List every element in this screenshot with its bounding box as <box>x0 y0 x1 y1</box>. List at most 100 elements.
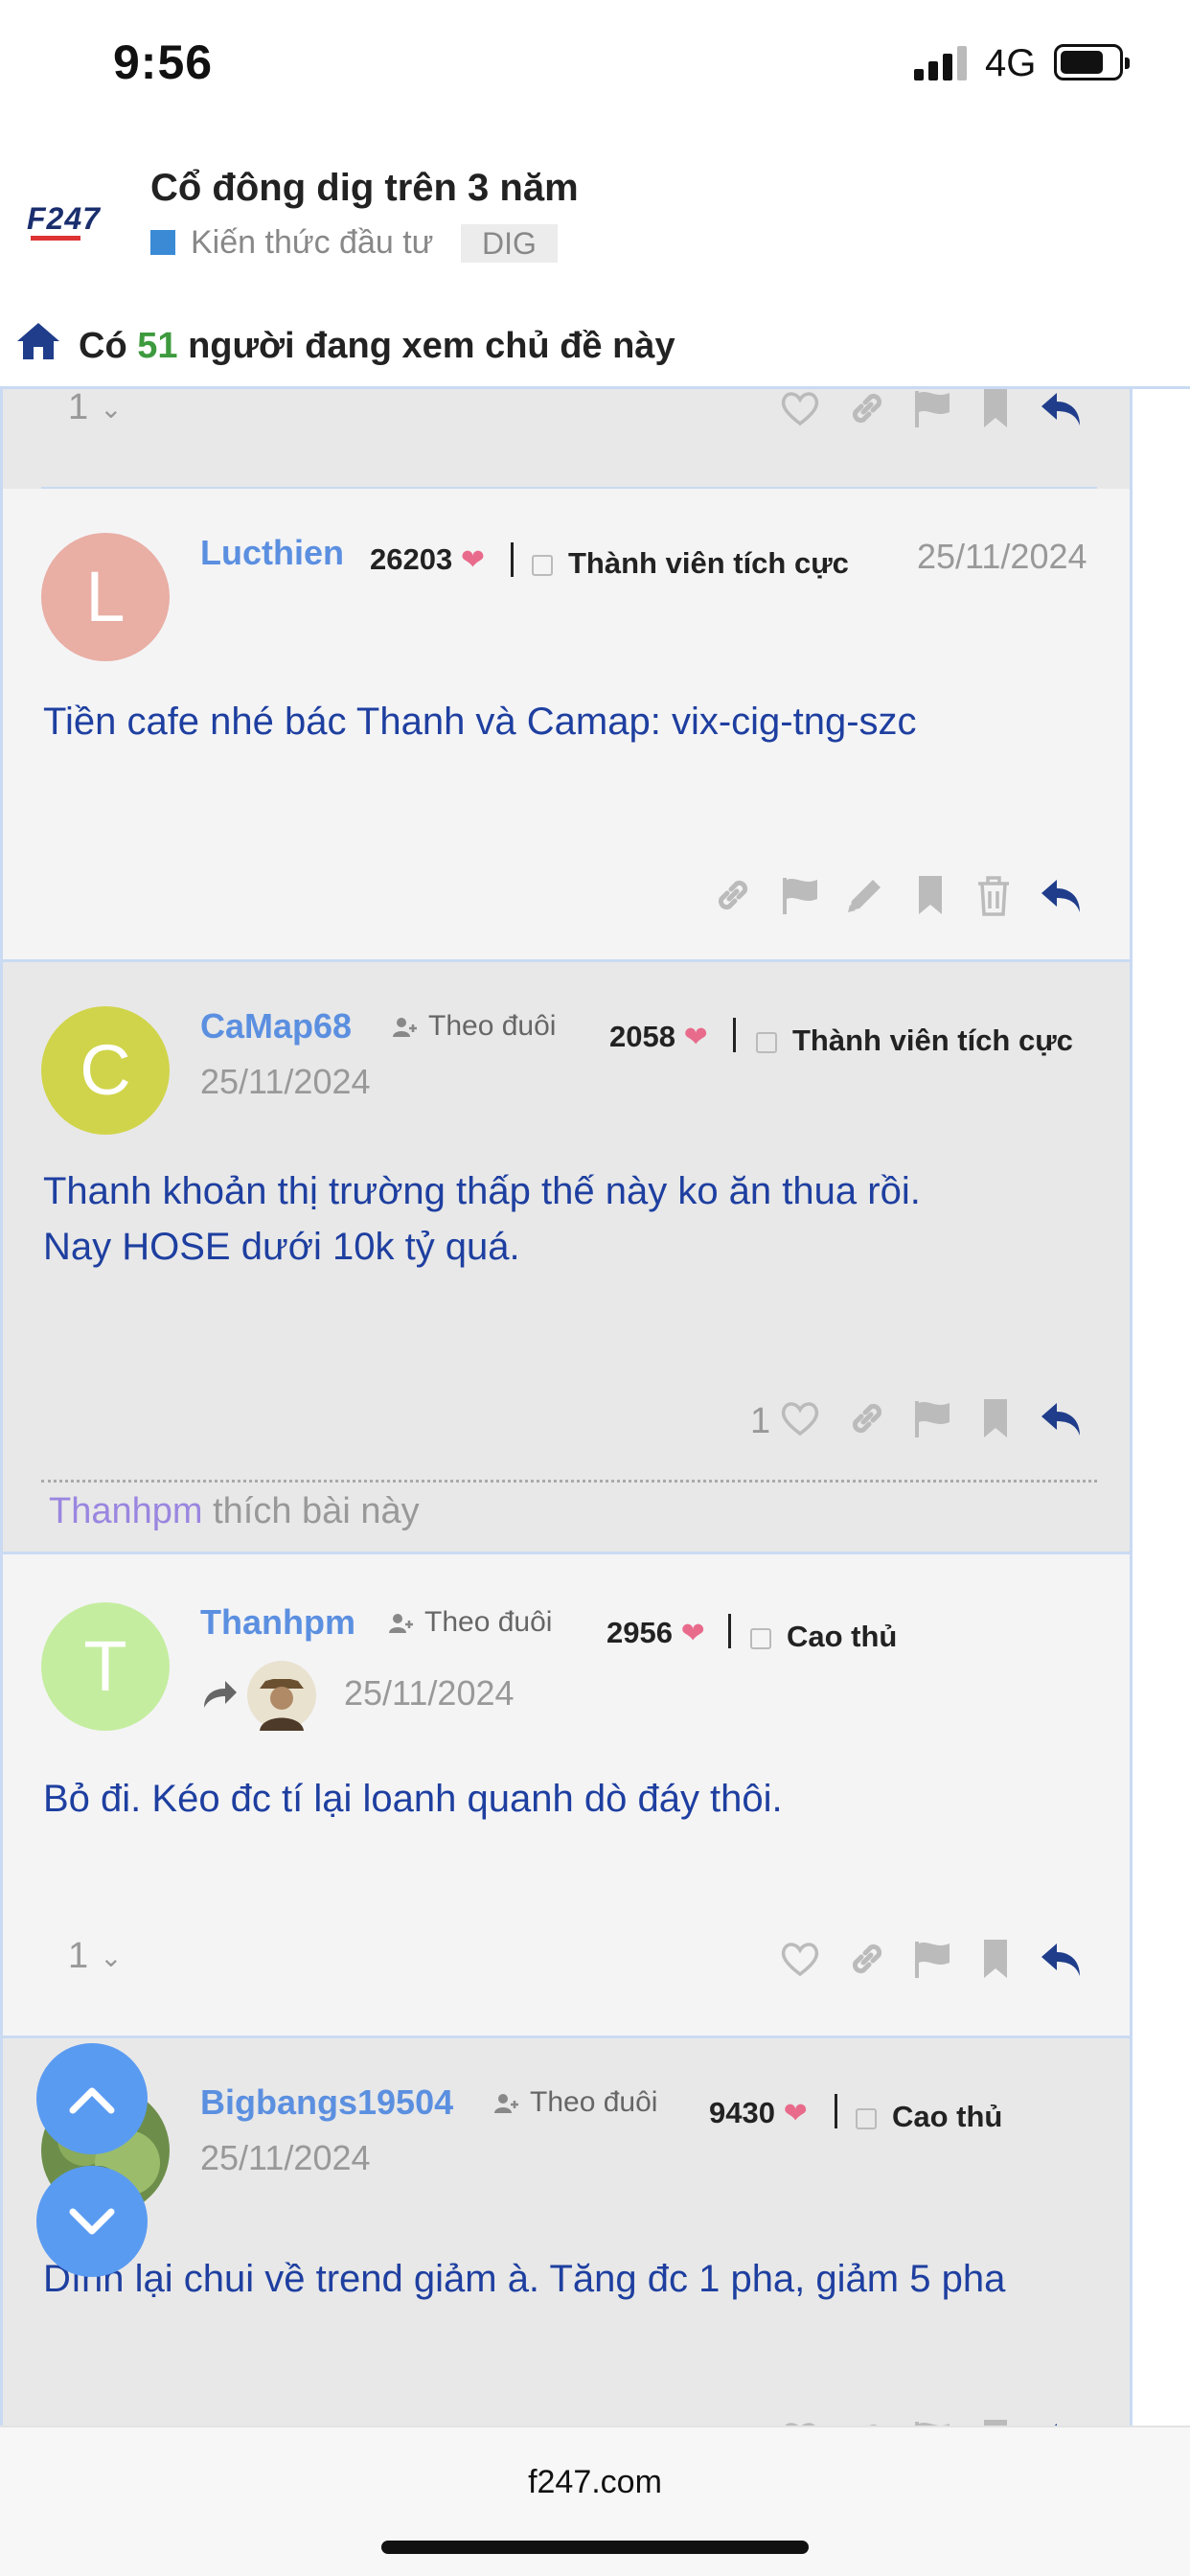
battery-icon <box>1054 44 1130 80</box>
scroll-down-button[interactable] <box>36 2166 148 2277</box>
user-score: 9430 ❤ <box>709 2096 808 2129</box>
site-logo[interactable]: F247 <box>27 201 119 243</box>
username[interactable]: Bigbangs19504 <box>200 2082 453 2123</box>
post: T Thanhpm Theo đuôi 2956 ❤ Cao thủ 25/11… <box>3 1554 1130 2038</box>
post-date[interactable]: 25/11/2024 <box>200 1062 371 1102</box>
rank-icon <box>856 2107 877 2129</box>
post-date[interactable]: 25/11/2024 <box>200 2138 371 2178</box>
like-count[interactable]: 1 <box>750 1401 770 1442</box>
bookmark-icon[interactable] <box>973 389 1018 435</box>
chevron-up-icon <box>69 2087 115 2114</box>
like-button[interactable] <box>777 1395 823 1445</box>
like-count-toggle[interactable]: 1 ⌄ <box>68 389 123 428</box>
user-rank: Thành viên tích cực <box>532 546 849 581</box>
post-content: Tiền cafe nhé bác Thanh và Camap: vix-ci… <box>43 701 917 743</box>
flag-icon[interactable] <box>909 1395 955 1445</box>
post: L Lucthien 26203 ❤ Thành viên tích cực 2… <box>3 489 1130 962</box>
bookmark-icon[interactable] <box>973 2416 1018 2426</box>
flag-icon[interactable] <box>909 389 955 435</box>
username[interactable]: CaMap68 <box>200 1006 352 1046</box>
topic-title[interactable]: Cổ đông dig trên 3 năm <box>150 167 579 210</box>
link-icon[interactable] <box>844 1936 890 1986</box>
reply-to-arrow-icon <box>204 1681 237 1708</box>
delete-icon[interactable] <box>971 872 1017 922</box>
flag-icon[interactable] <box>777 872 823 922</box>
reply-icon[interactable] <box>1038 872 1084 922</box>
heart-icon: ❤ <box>783 2098 808 2129</box>
post-actions <box>777 2416 1093 2426</box>
previous-post-actions: 1 ⌄ <box>3 389 1130 489</box>
user-score: 26203 ❤ <box>370 542 485 576</box>
heart-icon: ❤ <box>680 1618 705 1649</box>
like-button[interactable] <box>777 389 823 435</box>
liked-by-user[interactable]: Thanhpm <box>49 1491 203 1531</box>
follow-icon <box>389 1614 413 1634</box>
edit-icon[interactable] <box>842 872 888 922</box>
post-date[interactable]: 25/11/2024 <box>344 1673 515 1714</box>
reply-icon[interactable] <box>1038 1936 1084 1986</box>
rank-icon <box>756 1031 777 1053</box>
like-button[interactable] <box>777 2416 823 2426</box>
scroll-up-button[interactable] <box>36 2043 148 2154</box>
link-icon[interactable] <box>844 1395 890 1445</box>
like-button[interactable] <box>777 1936 823 1986</box>
bookmark-icon[interactable] <box>907 872 953 922</box>
signal-icon <box>914 46 972 80</box>
heart-icon: ❤ <box>683 1022 708 1053</box>
user-score: 2058 ❤ <box>609 1020 708 1053</box>
link-icon[interactable] <box>710 872 756 922</box>
status-bar: 9:56 4G <box>0 0 1190 134</box>
follow-button[interactable]: Theo đuôi <box>392 1010 556 1043</box>
follow-icon <box>494 2094 518 2114</box>
flag-icon[interactable] <box>909 2416 955 2426</box>
post-content: Dính lại chui về trend giảm à. Tăng đc 1… <box>43 2258 1006 2300</box>
avatar[interactable]: C <box>41 1006 170 1135</box>
post-actions <box>777 1936 1093 1990</box>
scroll-gutter <box>1133 389 1190 2426</box>
avatar[interactable]: T <box>41 1602 170 1731</box>
separator <box>733 1018 736 1052</box>
username[interactable]: Thanhpm <box>200 1602 355 1643</box>
link-icon[interactable] <box>844 2416 890 2426</box>
username[interactable]: Lucthien <box>200 533 344 573</box>
rank-icon <box>532 554 553 576</box>
post-content: Bỏ đi. Kéo đc tí lại loanh quanh dò đáy … <box>43 1778 783 1820</box>
avatar[interactable]: L <box>41 533 170 661</box>
post: C CaMap68 Theo đuôi 2058 ❤ Thành viên tí… <box>3 962 1130 1554</box>
reply-icon[interactable] <box>1038 1395 1084 1445</box>
topic-header: F247 Cổ đông dig trên 3 năm Kiến thức đầ… <box>0 134 1190 297</box>
post-actions <box>777 389 1093 439</box>
post-date[interactable]: 25/11/2024 <box>917 537 1087 577</box>
user-rank: Cao thủ <box>750 1620 897 1654</box>
liked-by-text: Thanhpm thích bài này <box>49 1491 420 1531</box>
bookmark-icon[interactable] <box>973 1936 1018 1986</box>
browser-bottom-bar: f247.com <box>0 2426 1190 2576</box>
home-icon[interactable] <box>15 320 61 362</box>
user-score: 2956 ❤ <box>606 1616 705 1649</box>
url-domain[interactable]: f247.com <box>0 2464 1190 2501</box>
link-icon[interactable] <box>844 389 890 435</box>
category-link[interactable]: Kiến thức đầu tư <box>191 224 433 262</box>
follow-button[interactable]: Theo đuôi <box>493 2086 657 2119</box>
post: Bigbangs19504 Theo đuôi 9430 ❤ Cao thủ 2… <box>3 2038 1130 2426</box>
reply-icon[interactable] <box>1038 2416 1084 2426</box>
post-actions <box>777 1395 1093 1449</box>
clock: 9:56 <box>113 35 214 89</box>
reply-icon[interactable] <box>1038 389 1084 435</box>
separator <box>728 1614 731 1648</box>
post-stream: 1 ⌄ L Lucthien 26203 ❤ Thành viên tích cự… <box>0 389 1133 2426</box>
heart-icon: ❤ <box>460 544 485 576</box>
tag-badge[interactable]: DIG <box>461 224 558 263</box>
rank-icon <box>750 1627 771 1649</box>
like-count-toggle[interactable]: 1 ⌄ <box>68 1936 123 1977</box>
network-type: 4G <box>985 42 1037 84</box>
viewers-text: Có 51 người đang xem chủ đề này <box>79 326 675 366</box>
post-actions <box>710 872 1093 926</box>
reply-to-avatar[interactable] <box>246 1660 317 1731</box>
bookmark-icon[interactable] <box>973 1395 1018 1445</box>
viewers-count: 51 <box>137 326 178 366</box>
flag-icon[interactable] <box>909 1936 955 1986</box>
home-indicator[interactable] <box>381 2541 809 2554</box>
follow-button[interactable]: Theo đuôi <box>388 1606 552 1639</box>
chevron-down-icon <box>69 2208 115 2235</box>
